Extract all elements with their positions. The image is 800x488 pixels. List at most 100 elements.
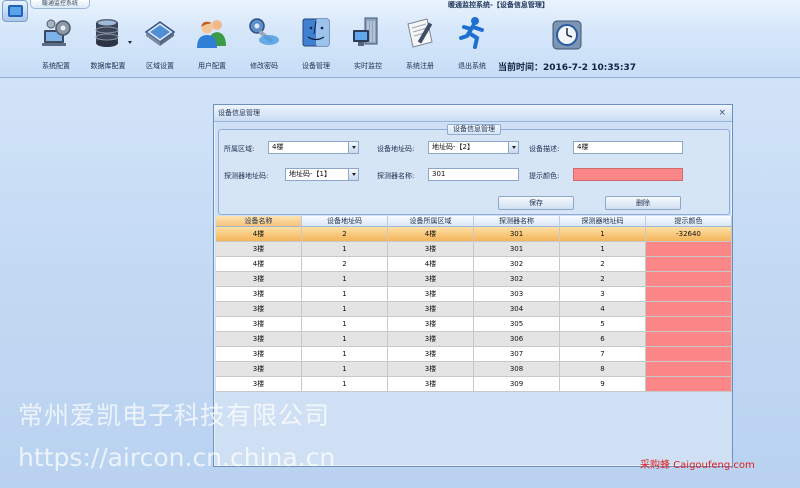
table-cell[interactable]: 5	[560, 317, 646, 332]
table-cell[interactable]: 1	[302, 377, 388, 392]
detector-addr-select[interactable]: 地址码-【1】	[285, 168, 359, 181]
table-row[interactable]: 3楼 1 3楼 308 8	[216, 362, 732, 377]
toolbar-item-change-password[interactable]: 修改密码	[238, 14, 290, 76]
toolbar-item-database-config[interactable]: 数据库配置	[82, 14, 134, 76]
column-header[interactable]: 探测器名称	[474, 216, 560, 227]
table-cell[interactable]: 301	[474, 242, 560, 257]
table-row[interactable]: 3楼 1 3楼 303 3	[216, 287, 732, 302]
table-row[interactable]: 4楼 2 4楼 301 1 -32640	[216, 227, 732, 242]
table-cell[interactable]: 3楼	[388, 272, 474, 287]
color-cell[interactable]: -32640	[646, 227, 732, 242]
table-cell[interactable]: 304	[474, 302, 560, 317]
table-cell[interactable]: 2	[302, 227, 388, 242]
column-header[interactable]: 探测器地址码	[560, 216, 646, 227]
column-header[interactable]: 设备地址码	[302, 216, 388, 227]
table-cell[interactable]: 3楼	[216, 377, 302, 392]
table-row[interactable]: 3楼 1 3楼 309 9	[216, 377, 732, 392]
table-cell[interactable]: 3楼	[216, 242, 302, 257]
table-cell[interactable]: 3楼	[216, 317, 302, 332]
table-cell[interactable]: 3楼	[216, 347, 302, 362]
table-cell[interactable]: 1	[302, 287, 388, 302]
area-select[interactable]: 4楼	[268, 141, 359, 154]
table-cell[interactable]: 3楼	[388, 287, 474, 302]
table-row[interactable]: 3楼 1 3楼 301 1	[216, 242, 732, 257]
delete-button[interactable]: 删除	[605, 196, 681, 210]
toolbar-item-user-config[interactable]: 用户配置	[186, 14, 238, 76]
table-row[interactable]: 4楼 2 4楼 302 2	[216, 257, 732, 272]
table-cell[interactable]: 3	[560, 287, 646, 302]
table-cell[interactable]: 4	[560, 302, 646, 317]
table-cell[interactable]: 2	[302, 257, 388, 272]
toolbar-item-system-config[interactable]: 系统配置	[30, 14, 82, 76]
table-cell[interactable]: 3楼	[388, 317, 474, 332]
table-cell[interactable]: 2	[560, 257, 646, 272]
table-cell[interactable]: 4楼	[216, 227, 302, 242]
column-header[interactable]: 提示颜色	[646, 216, 732, 227]
color-cell[interactable]	[646, 377, 732, 392]
color-cell[interactable]	[646, 287, 732, 302]
table-cell[interactable]: 4楼	[216, 257, 302, 272]
table-cell[interactable]: 3楼	[216, 362, 302, 377]
chevron-down-icon[interactable]	[348, 142, 358, 153]
color-cell[interactable]	[646, 272, 732, 287]
table-cell[interactable]: 7	[560, 347, 646, 362]
table-cell[interactable]: 1	[302, 332, 388, 347]
table-cell[interactable]: 305	[474, 317, 560, 332]
ribbon-tab[interactable]: 暖通监控系统	[30, 0, 90, 9]
table-cell[interactable]: 3楼	[388, 332, 474, 347]
table-cell[interactable]: 3楼	[388, 362, 474, 377]
table-cell[interactable]: 2	[560, 272, 646, 287]
table-cell[interactable]: 1	[560, 227, 646, 242]
toolbar-item-system-register[interactable]: 系统注册	[394, 14, 446, 76]
color-swatch[interactable]	[573, 168, 683, 181]
table-cell[interactable]: 6	[560, 332, 646, 347]
table-row[interactable]: 3楼 1 3楼 305 5	[216, 317, 732, 332]
table-cell[interactable]: 1	[560, 242, 646, 257]
table-row[interactable]: 3楼 1 3楼 306 6	[216, 332, 732, 347]
table-cell[interactable]: 3楼	[388, 302, 474, 317]
table-cell[interactable]: 1	[302, 317, 388, 332]
table-cell[interactable]: 3楼	[388, 347, 474, 362]
save-button[interactable]: 保存	[498, 196, 574, 210]
close-icon[interactable]: ×	[718, 105, 726, 122]
desc-input[interactable]: 4楼	[573, 141, 683, 154]
table-cell[interactable]: 306	[474, 332, 560, 347]
table-cell[interactable]: 4楼	[388, 257, 474, 272]
table-cell[interactable]: 1	[302, 302, 388, 317]
table-cell[interactable]: 303	[474, 287, 560, 302]
color-cell[interactable]	[646, 257, 732, 272]
table-row[interactable]: 3楼 1 3楼 302 2	[216, 272, 732, 287]
table-cell[interactable]: 301	[474, 227, 560, 242]
table-cell[interactable]: 9	[560, 377, 646, 392]
color-cell[interactable]	[646, 362, 732, 377]
table-cell[interactable]: 308	[474, 362, 560, 377]
address-select[interactable]: 地址码-【2】	[428, 141, 519, 154]
table-cell[interactable]: 307	[474, 347, 560, 362]
table-cell[interactable]: 3楼	[216, 272, 302, 287]
dialog-titlebar[interactable]: 设备信息管理 ×	[214, 105, 732, 122]
table-cell[interactable]: 309	[474, 377, 560, 392]
color-cell[interactable]	[646, 332, 732, 347]
table-cell[interactable]: 8	[560, 362, 646, 377]
table-row[interactable]: 3楼 1 3楼 307 7	[216, 347, 732, 362]
color-cell[interactable]	[646, 242, 732, 257]
toolbar-item-region-settings[interactable]: 区域设置	[134, 14, 186, 76]
column-header[interactable]: 设备名称	[216, 216, 302, 227]
toolbar-item-realtime-monitor[interactable]: 实时监控	[342, 14, 394, 76]
toolbar-item-device-management[interactable]: 设备管理	[290, 14, 342, 76]
toolbar-item-exit-system[interactable]: 退出系统	[446, 14, 498, 76]
color-cell[interactable]	[646, 302, 732, 317]
chevron-down-icon[interactable]	[508, 142, 518, 153]
table-cell[interactable]: 302	[474, 272, 560, 287]
table-cell[interactable]: 1	[302, 242, 388, 257]
table-cell[interactable]: 1	[302, 272, 388, 287]
chevron-down-icon[interactable]	[128, 41, 132, 44]
table-row[interactable]: 3楼 1 3楼 304 4	[216, 302, 732, 317]
color-cell[interactable]	[646, 347, 732, 362]
chevron-down-icon[interactable]	[348, 169, 358, 180]
table-cell[interactable]: 302	[474, 257, 560, 272]
table-cell[interactable]: 1	[302, 347, 388, 362]
table-cell[interactable]: 3楼	[388, 242, 474, 257]
column-header[interactable]: 设备所属区域	[388, 216, 474, 227]
table-cell[interactable]: 3楼	[216, 302, 302, 317]
